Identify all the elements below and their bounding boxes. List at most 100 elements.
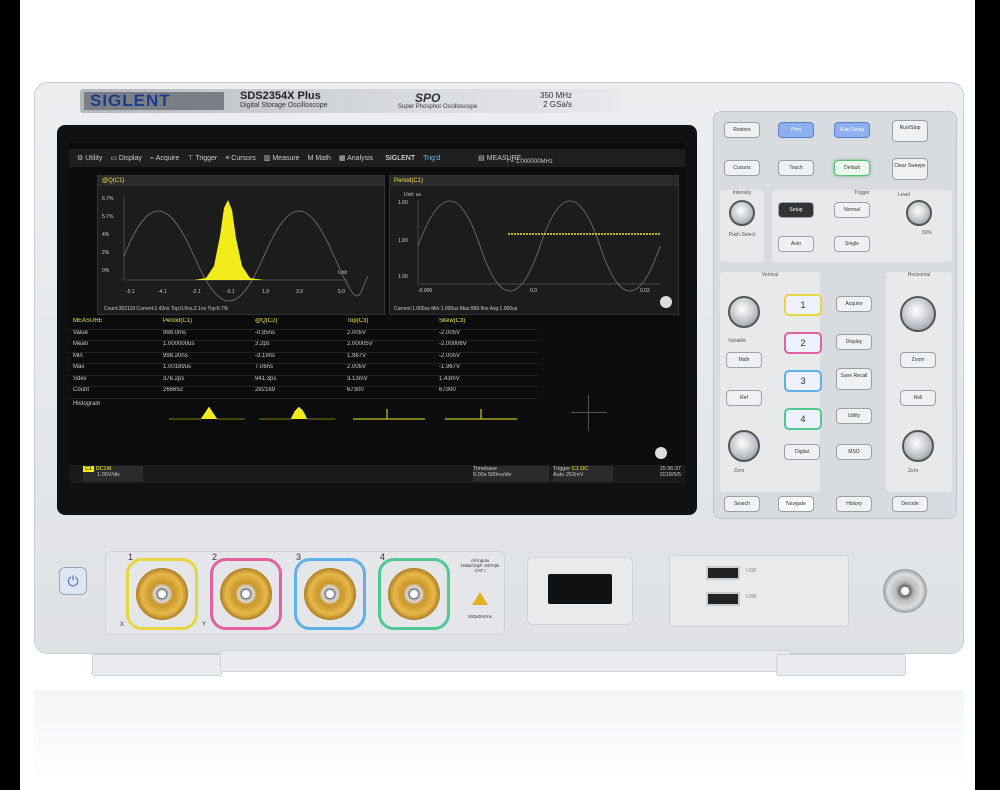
navigate-button[interactable]: Navigate: [778, 496, 814, 512]
channel-1-bnc[interactable]: [136, 568, 188, 620]
settings-icon[interactable]: [655, 447, 667, 459]
aux-panel: [527, 557, 633, 625]
table-cell: 1.987V: [347, 352, 367, 359]
decode-button[interactable]: Decode: [892, 496, 928, 512]
table-cell: 1.000000us: [163, 341, 195, 347]
variable-label: Variable: [728, 338, 746, 344]
trigger-single-button[interactable]: Single: [834, 236, 870, 252]
clear-sweeps-button[interactable]: Clear Sweeps: [892, 158, 928, 180]
touch-display[interactable]: ⚙ Utility ▭ Display ⌁ Acquire ⊤ Trigger …: [69, 143, 685, 483]
histogram-window[interactable]: @Q(C1) 6.7% 5.7% 4% 2% 0% -5.1 -4.1 -2.1…: [97, 175, 385, 315]
zoom-button[interactable]: Zoom: [900, 352, 936, 368]
channel-1-info[interactable]: C1 DC1M 1.00V/div: [83, 466, 143, 482]
channel-4-button[interactable]: 4: [784, 408, 822, 430]
menu-utility[interactable]: ⚙ Utility: [77, 154, 102, 162]
horizontal-scale-knob[interactable]: [900, 296, 936, 332]
menu-analysis[interactable]: ▦ Analysis: [339, 154, 373, 162]
column-header: MEASURE: [73, 318, 103, 324]
trigger-section-label: Trigger: [854, 190, 870, 196]
aux-bnc[interactable]: [883, 569, 927, 613]
search-button[interactable]: Search: [724, 496, 760, 512]
menu-trigger-label: Trigger: [195, 155, 218, 162]
usb-port-1[interactable]: [706, 566, 740, 580]
channel-1-button[interactable]: 1: [784, 294, 822, 316]
horizontal-position-knob[interactable]: [902, 430, 934, 462]
timebase-info[interactable]: Timebase 0.00s 500ns/div: [473, 466, 549, 482]
menu-utility-label: Utility: [85, 155, 103, 162]
menu-bar: ⚙ Utility ▭ Display ⌁ Acquire ⊤ Trigger …: [69, 149, 685, 167]
spo-logo: SPO: [415, 91, 441, 105]
settings-icon[interactable]: [660, 296, 672, 308]
table-cell: 266652: [163, 387, 184, 393]
save-recall-button[interactable]: Save Recall: [836, 368, 872, 390]
mso-button[interactable]: MSO: [836, 444, 872, 460]
trigger-setup-button[interactable]: Setup: [778, 202, 814, 218]
menu-trigger[interactable]: ⊤ Trigger: [187, 154, 217, 162]
acquire-button[interactable]: Acquire: [836, 296, 872, 312]
channel-4-bnc[interactable]: [388, 568, 440, 620]
period-window-title: Period(C1): [390, 176, 678, 186]
intensity-knob[interactable]: [729, 200, 755, 226]
menu-acquire[interactable]: ⌁ Acquire: [150, 154, 180, 162]
run-stop-button[interactable]: Run/Stop: [892, 120, 928, 142]
histogram-plot: 6.7% 5.7% 4% 2% 0% -5.1 -4.1 -2.1 -0.1 1…: [102, 196, 369, 312]
zero-label: Zero: [734, 468, 745, 474]
channel-2-button[interactable]: 2: [784, 332, 822, 354]
table-cell: 67300: [347, 387, 364, 393]
vertical-scale-knob[interactable]: [728, 296, 760, 328]
display-button[interactable]: Display: [836, 334, 872, 350]
intensity-label: Intensity: [732, 190, 752, 196]
impedance-rating-label: 50Ω≤5Vrms: [468, 614, 492, 619]
period-window[interactable]: Period(C1) Unit: us 1.00 1.00 1.00 -0.00…: [389, 175, 679, 315]
usb-host-slot[interactable]: [548, 574, 612, 604]
menu-math[interactable]: M Math: [308, 155, 331, 162]
menu-measure[interactable]: ▥ Measure: [264, 154, 300, 162]
timebase-position: 0.00s: [473, 472, 487, 478]
print-button[interactable]: Print: [778, 122, 814, 138]
trigger-level-knob[interactable]: [906, 200, 932, 226]
channel-2-bnc[interactable]: [220, 568, 272, 620]
level-label: Level: [898, 192, 910, 198]
cursors-button[interactable]: Cursors: [724, 160, 760, 176]
period-xtick: 0.02: [640, 288, 650, 294]
reference-waveform: [123, 210, 369, 302]
trigger-auto-button[interactable]: Auto: [778, 236, 814, 252]
touch-button[interactable]: Touch: [778, 160, 814, 176]
left-foot: [92, 654, 222, 676]
table-cell: 2.005V: [347, 329, 367, 336]
vertical-position-knob[interactable]: [728, 430, 760, 462]
math-button[interactable]: Math: [726, 352, 762, 368]
channel-3-button[interactable]: 3: [784, 370, 822, 392]
period-trend-plot: Unit: us 1.00 1.00 1.00 -0.006 0.0 0.02: [394, 192, 661, 312]
history-button[interactable]: History: [836, 496, 872, 512]
hist-ytick: 6.7%: [102, 196, 114, 202]
column-header: Period(C1): [163, 318, 193, 324]
table-cell: 2.005V: [347, 364, 367, 370]
power-button[interactable]: ⏻: [59, 567, 87, 595]
histogram-window-title: @Q(C1): [98, 176, 384, 186]
restore-button[interactable]: Restore: [724, 122, 760, 138]
trigger-info[interactable]: Trigger C1 DC Auto 252mV: [553, 466, 613, 482]
reference-waveform: [417, 200, 661, 292]
table-cell: Mean: [73, 341, 89, 347]
utility-button[interactable]: Utility: [836, 408, 872, 424]
channel-3-bnc[interactable]: [304, 568, 356, 620]
hist-xtick: 3.9: [296, 289, 303, 295]
sample-rate-label: 2 GSa/s: [543, 100, 573, 109]
menu-measure-label: Measure: [272, 155, 300, 162]
table-cell: -1.967V: [439, 364, 461, 370]
digital-button[interactable]: Digital: [784, 444, 820, 460]
siglent-logo: SIGLENT: [84, 92, 224, 110]
default-button[interactable]: Default: [834, 160, 870, 176]
menu-cursors[interactable]: ≡ Cursors: [225, 155, 256, 162]
period-unit: Unit: us: [404, 192, 421, 198]
trigger-normal-button[interactable]: Normal: [834, 202, 870, 218]
table-cell: Min: [73, 352, 83, 359]
menu-display[interactable]: ▭ Display: [110, 154, 142, 162]
auto-setup-button[interactable]: Auto Setup: [834, 122, 870, 138]
y-axis-label: Y: [202, 622, 207, 628]
ref-button[interactable]: Ref: [726, 390, 762, 406]
usb-port-2[interactable]: [706, 592, 740, 606]
hist-xtick: 1.9: [262, 289, 269, 295]
roll-button[interactable]: Roll: [900, 390, 936, 406]
